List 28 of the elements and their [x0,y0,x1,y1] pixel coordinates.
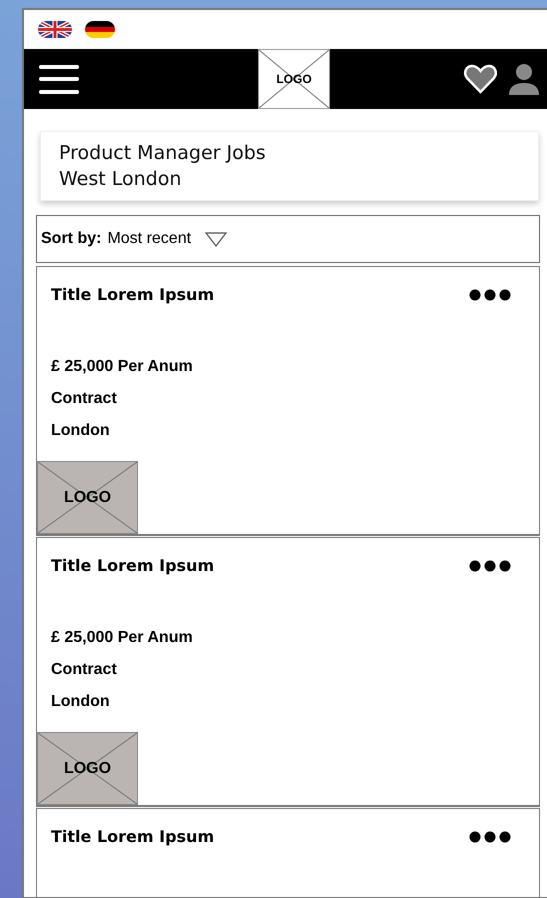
job-type: Contract [51,389,118,409]
job-title: Title Lorem Ipsum [51,556,214,575]
uk-flag-icon[interactable] [38,21,72,38]
menu-icon[interactable] [38,62,80,96]
job-location: London [51,421,111,441]
logo-text: LOGO [276,72,312,86]
job-card[interactable]: Title Lorem Ipsum [36,808,540,897]
sort-dropdown[interactable]: Most recent [107,230,192,248]
heart-icon[interactable] [464,64,497,94]
job-salary: £ 25,000 Per Anum [51,357,193,377]
more-options-icon[interactable] [469,560,511,572]
job-title: Title Lorem Ipsum [51,285,214,304]
logo-text: LOGO [64,488,112,506]
more-options-icon[interactable] [469,289,511,301]
logo-text: LOGO [64,760,112,778]
caret-icon[interactable] [205,231,228,247]
more-options-icon[interactable] [469,831,511,843]
search-summary-text: Product Manager Jobs [59,141,267,166]
german-flag-icon[interactable] [85,21,115,38]
job-card[interactable]: Title Lorem Ipsum £ 25,000 Per Anum Contract London LOGO [36,266,540,536]
job-type: Contract [51,660,118,680]
sort-label: Sort by: [41,230,102,248]
person-icon[interactable] [507,62,541,96]
job-salary: £ 25,000 Per Anum [51,628,193,648]
search-summary-text: West London [59,167,182,192]
job-card[interactable]: Title Lorem Ipsum £ 25,000 Per Anum Contract London LOGO [36,537,540,807]
job-title: Title Lorem Ipsum [51,827,214,846]
job-location: London [51,692,111,712]
